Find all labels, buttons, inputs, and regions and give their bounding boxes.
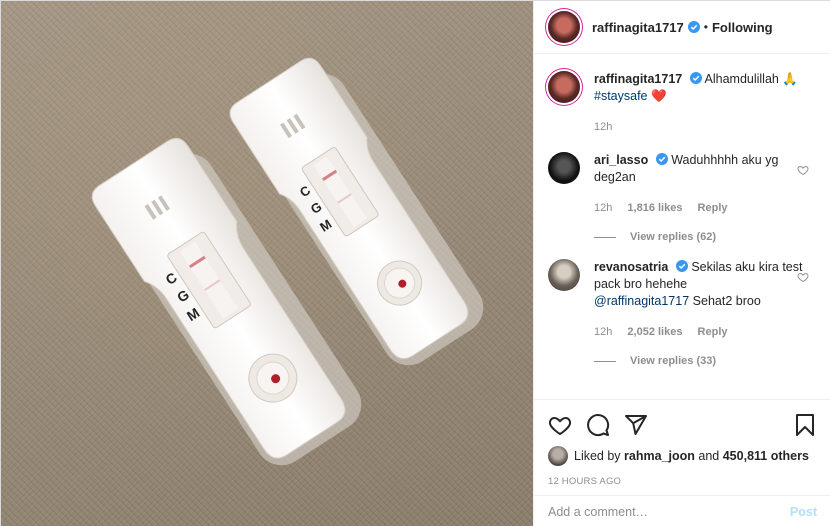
- like-comment-heart-icon[interactable]: [797, 164, 809, 176]
- caption-avatar[interactable]: [548, 71, 580, 103]
- comment-username[interactable]: ari_lasso: [594, 153, 648, 167]
- verified-badge-icon: [689, 72, 702, 84]
- caption-text: Alhamdulillah 🙏: [704, 72, 798, 86]
- comment-avatar[interactable]: [548, 152, 580, 184]
- comment-text-2: Sehat2 broo: [692, 294, 761, 308]
- comment-likes[interactable]: 1,816 likes: [627, 202, 682, 214]
- follow-status-button[interactable]: Following: [712, 20, 773, 35]
- like-heart-icon[interactable]: [548, 413, 572, 437]
- comment-time[interactable]: 12h: [594, 326, 612, 338]
- caption-time[interactable]: 12h: [594, 121, 612, 133]
- action-icons-row: [548, 406, 817, 444]
- separator-dot: •: [703, 20, 708, 34]
- comment-meta: 12h 2,052 likes Reply: [594, 324, 804, 341]
- view-replies-button[interactable]: View replies (62): [594, 231, 817, 243]
- post-actions: Liked by rahma_joon and 450,811 others 1…: [534, 399, 830, 487]
- comment-mention[interactable]: @raffinagita1717: [594, 294, 689, 308]
- like-comment-heart-icon[interactable]: [797, 271, 809, 283]
- liked-by-label: Liked by: [574, 449, 621, 463]
- reply-button[interactable]: Reply: [698, 202, 728, 214]
- liker-username[interactable]: rahma_joon: [624, 449, 695, 463]
- comment-likes[interactable]: 2,052 likes: [627, 326, 682, 338]
- post-header: raffinagita1717 • Following: [534, 1, 830, 54]
- verified-badge-icon: [655, 153, 668, 165]
- view-replies-label[interactable]: View replies (33): [630, 355, 716, 367]
- caption-hashtag[interactable]: #staysafe: [594, 89, 648, 103]
- post-timestamp[interactable]: 12 HOURS AGO: [548, 476, 817, 487]
- test-kits-illustration: C G M C G M: [91, 57, 484, 466]
- author-username[interactable]: raffinagita1717: [592, 20, 684, 35]
- likes-summary: Liked by rahma_joon and 450,811 others: [548, 446, 817, 466]
- view-replies-button[interactable]: View replies (33): [594, 355, 817, 367]
- reply-button[interactable]: Reply: [698, 326, 728, 338]
- comment-time[interactable]: 12h: [594, 202, 612, 214]
- post-window: C G M C G M raffinagita1717 • Following …: [0, 0, 830, 526]
- comment-text-block: ari_lasso Waduhhhhh aku yg deg2an 12h 1,…: [594, 152, 804, 217]
- likes-count[interactable]: 450,811 others: [723, 449, 809, 463]
- caption-text-block: raffinagita1717 Alhamdulillah 🙏 #staysaf…: [594, 71, 804, 136]
- share-paper-plane-icon[interactable]: [624, 413, 648, 437]
- comment-username[interactable]: revanosatria: [594, 260, 668, 274]
- view-replies-line: [594, 236, 616, 238]
- comment-avatar[interactable]: [548, 259, 580, 291]
- view-replies-line: [594, 360, 616, 362]
- view-replies-label[interactable]: View replies (62): [630, 231, 716, 243]
- add-comment-input[interactable]: [548, 504, 790, 519]
- comments-list[interactable]: raffinagita1717 Alhamdulillah 🙏 #staysaf…: [534, 55, 830, 398]
- verified-badge-icon: [687, 21, 700, 33]
- red-heart-emoji: ❤️: [651, 89, 667, 103]
- post-comment-button[interactable]: Post: [790, 505, 817, 519]
- liked-and-label: and: [698, 449, 720, 463]
- bookmark-icon[interactable]: [793, 413, 817, 437]
- verified-badge-icon: [675, 260, 688, 272]
- comment-meta: 12h 1,816 likes Reply: [594, 200, 804, 217]
- post-sidebar: raffinagita1717 • Following raffinagita1…: [533, 1, 830, 526]
- add-comment-bar: Post: [534, 495, 830, 526]
- author-avatar[interactable]: [548, 11, 580, 43]
- comment: revanosatria Sekilas aku kira test pack …: [548, 259, 817, 341]
- caption-username[interactable]: raffinagita1717: [594, 72, 682, 86]
- comment: ari_lasso Waduhhhhh aku yg deg2an 12h 1,…: [548, 152, 817, 217]
- comment-text-block: revanosatria Sekilas aku kira test pack …: [594, 259, 804, 341]
- caption: raffinagita1717 Alhamdulillah 🙏 #staysaf…: [548, 71, 817, 136]
- comment-bubble-icon[interactable]: [586, 413, 610, 437]
- liker-avatar[interactable]: [548, 446, 568, 466]
- caption-meta: 12h: [594, 119, 804, 136]
- post-photo[interactable]: C G M C G M: [1, 1, 533, 526]
